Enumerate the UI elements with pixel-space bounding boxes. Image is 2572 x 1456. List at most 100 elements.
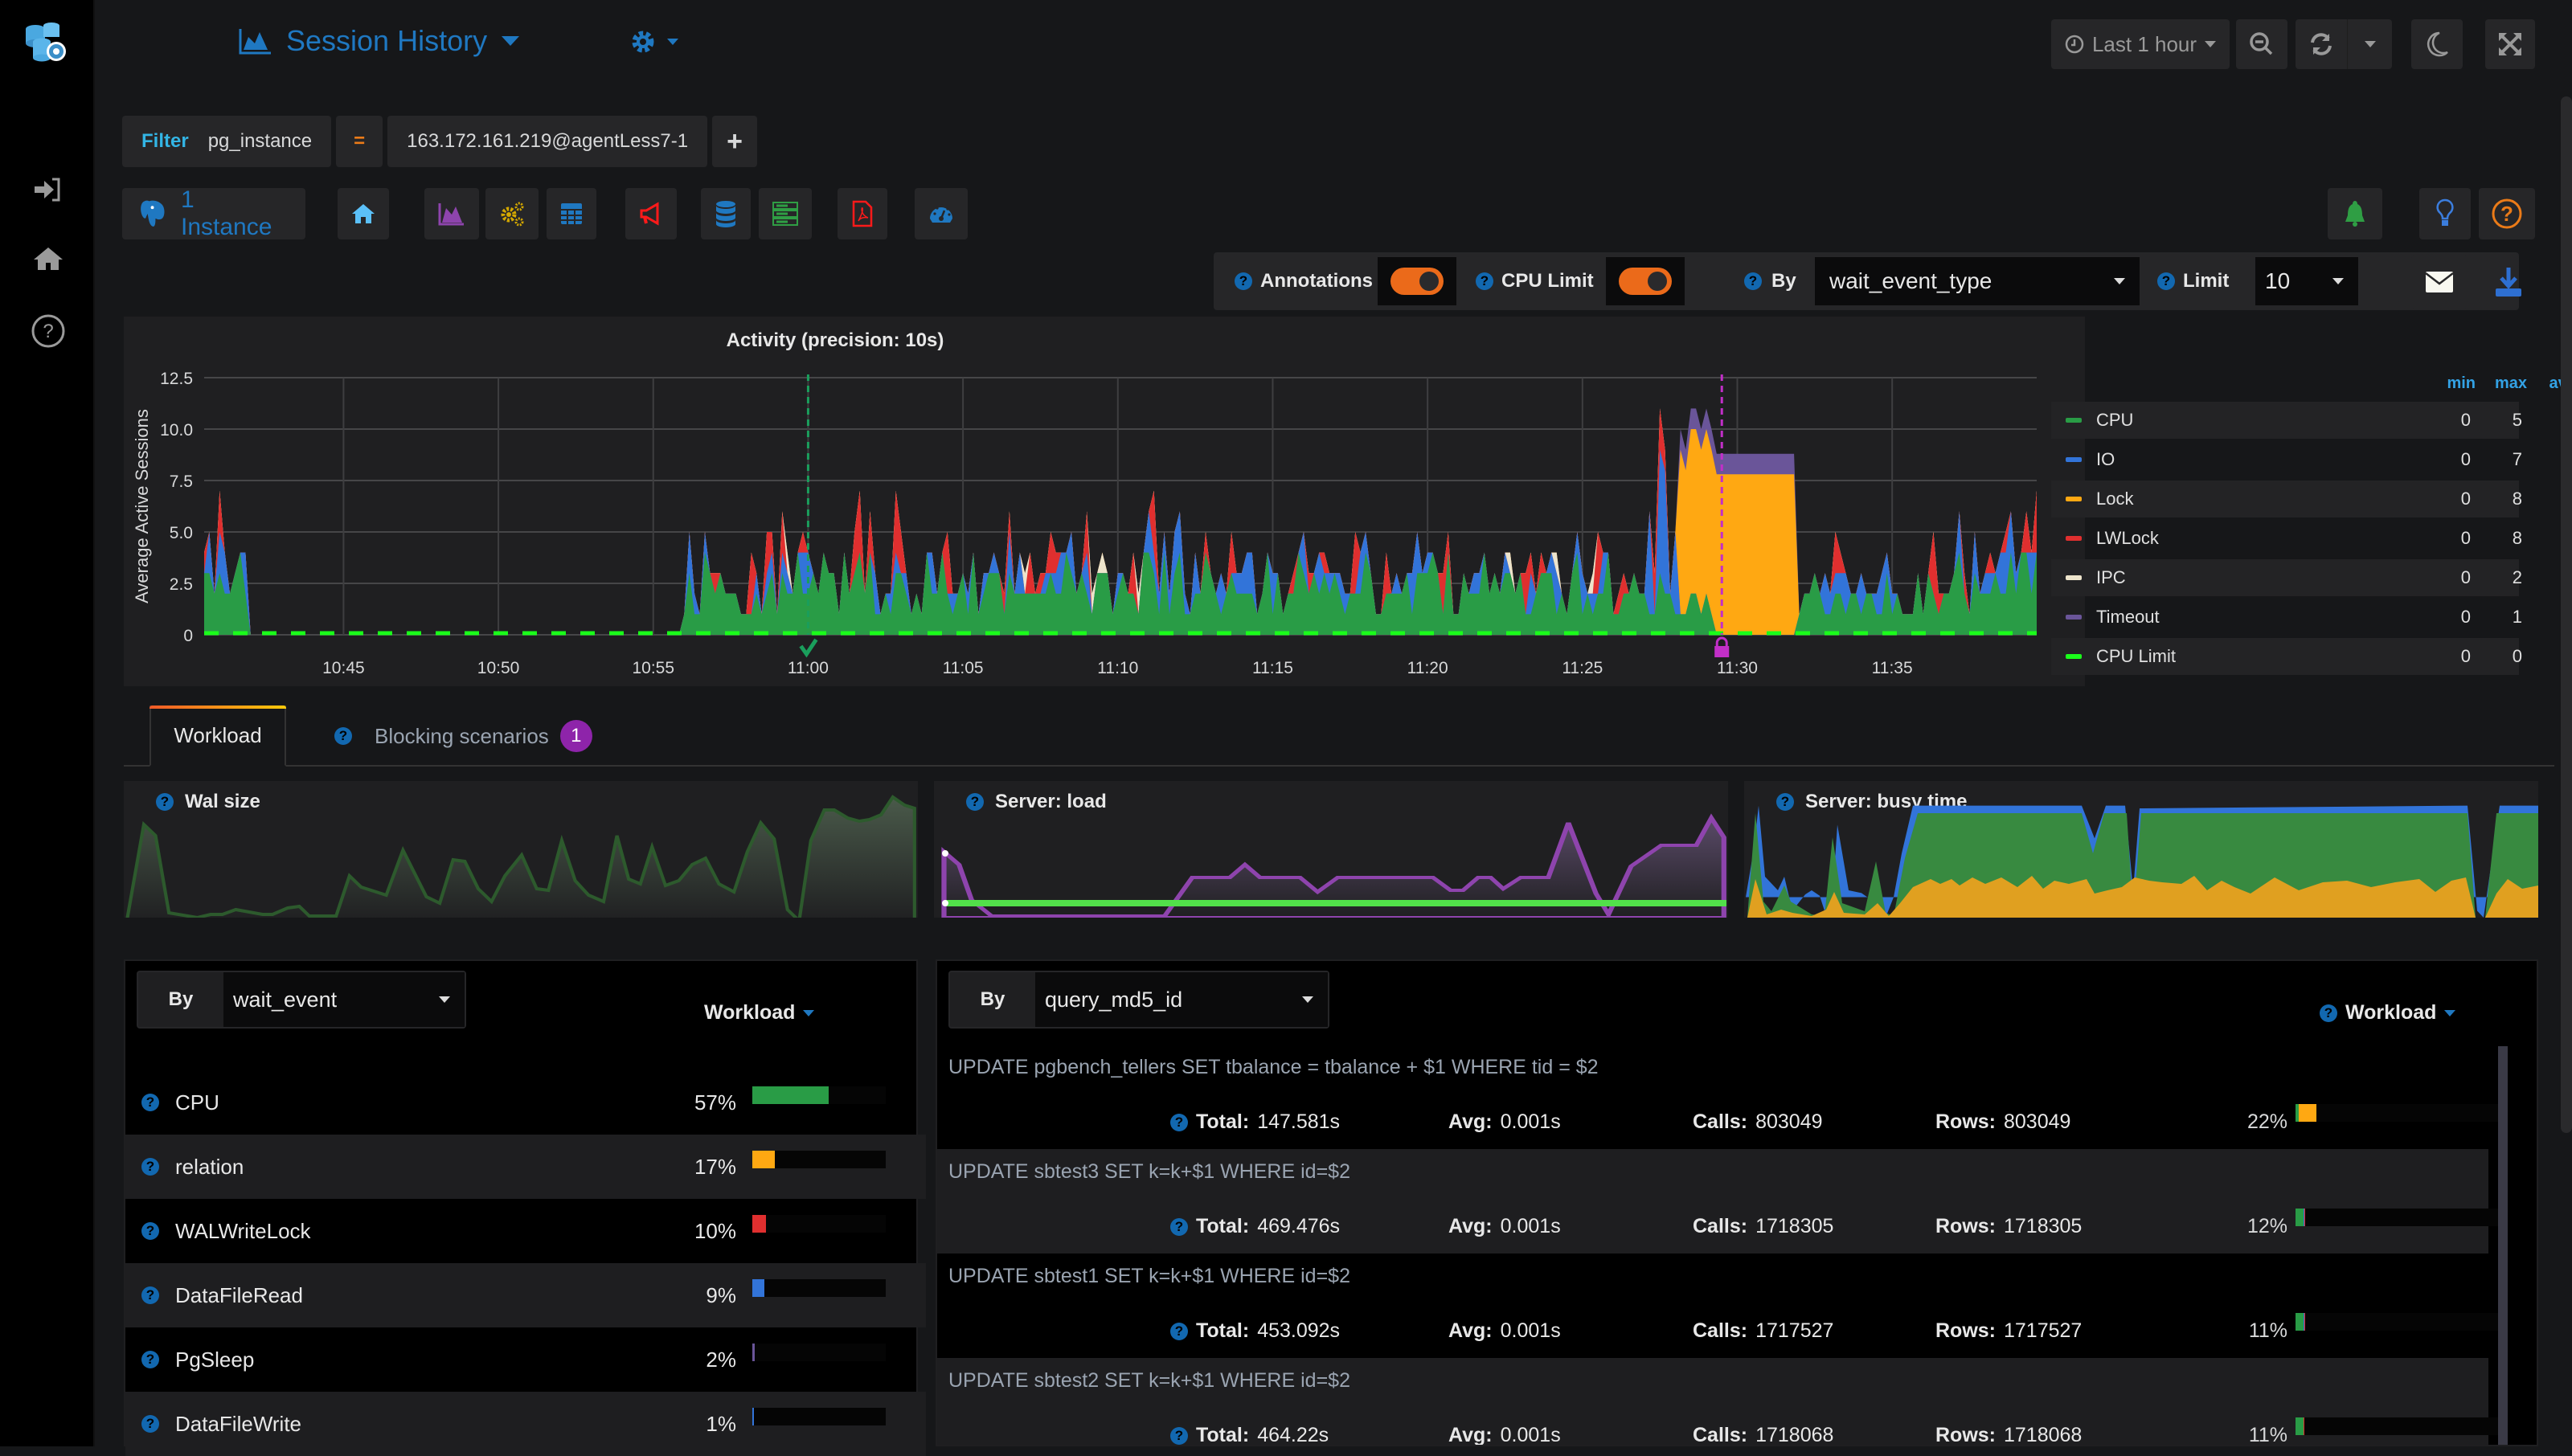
- query-row[interactable]: UPDATE sbtest1 SET k=k+$1 WHERE id=$2?To…: [937, 1254, 2488, 1358]
- wait-event-row[interactable]: ?PgSleep2%: [125, 1327, 926, 1392]
- sign-in-button[interactable]: [31, 172, 66, 207]
- wait-event-row[interactable]: ?WALWriteLock10%: [125, 1199, 926, 1263]
- help-icon[interactable]: ?: [2157, 272, 2175, 290]
- check-icon[interactable]: [801, 640, 816, 654]
- cpu-limit-toggle[interactable]: [1606, 257, 1685, 305]
- fullscreen-button[interactable]: [2485, 19, 2535, 69]
- wal-size-sparkline[interactable]: [124, 781, 918, 918]
- announcements-button[interactable]: [625, 188, 677, 239]
- help-icon[interactable]: ?: [141, 1351, 159, 1368]
- activity-chart[interactable]: 02.55.07.510.012.510:4510:5010:5511:0011…: [124, 317, 2085, 686]
- dashboard-title-dropdown[interactable]: Session History: [238, 24, 519, 58]
- query-group-by-select[interactable]: query_md5_id: [1035, 972, 1328, 1027]
- wait-event-group-by-select[interactable]: wait_event: [223, 972, 465, 1027]
- help-icon[interactable]: ?: [141, 1222, 159, 1240]
- zoom-out-button[interactable]: [2236, 19, 2287, 69]
- help-icon[interactable]: ?: [141, 1286, 159, 1304]
- filter-key[interactable]: pg_instance: [199, 116, 331, 167]
- help-icon[interactable]: ?: [1170, 1427, 1188, 1445]
- settings-dropdown[interactable]: [630, 29, 678, 55]
- help-icon[interactable]: ?: [2320, 1004, 2337, 1022]
- legend-header-max[interactable]: max: [2482, 374, 2527, 393]
- alerts-button[interactable]: [2328, 188, 2382, 239]
- query-text[interactable]: UPDATE sbtest2 SET k=k+$1 WHERE id=$2: [948, 1369, 1350, 1393]
- theme-toggle-button[interactable]: [2411, 19, 2463, 69]
- query-total: ?Total:147.581s: [1170, 1110, 1340, 1134]
- legend-swatch: [2066, 575, 2082, 580]
- query-text[interactable]: UPDATE sbtest1 SET k=k+$1 WHERE id=$2: [948, 1265, 1350, 1288]
- download-button[interactable]: [2482, 256, 2535, 309]
- server-busy-time-sparkline[interactable]: [1744, 781, 2538, 918]
- legend-min-value: 0: [2439, 567, 2471, 588]
- query-avg-label: Avg:: [1448, 1424, 1493, 1446]
- legend-header-min[interactable]: min: [2431, 374, 2476, 393]
- filter-operator[interactable]: =: [336, 116, 383, 167]
- refresh-interval-dropdown[interactable]: [2347, 19, 2392, 69]
- filter-value[interactable]: 163.172.161.219@agentLess7-1: [387, 116, 707, 167]
- wait-event-row[interactable]: ?DataFileWrite1%: [125, 1392, 926, 1456]
- app-logo[interactable]: [21, 18, 69, 66]
- group-by-value: wait_event_type: [1829, 268, 1992, 294]
- refresh-button[interactable]: [2296, 19, 2347, 69]
- home-nav-button[interactable]: [31, 241, 66, 276]
- email-report-button[interactable]: [2411, 256, 2468, 309]
- help-icon[interactable]: ?: [1170, 1114, 1188, 1131]
- query-row[interactable]: UPDATE pgbench_tellers SET tbalance = tb…: [937, 1045, 2488, 1149]
- tips-button[interactable]: [2419, 188, 2471, 239]
- lock-icon[interactable]: [1717, 638, 1726, 646]
- add-filter-button[interactable]: +: [712, 116, 757, 167]
- legend-item[interactable]: IPC020: [2051, 559, 2519, 596]
- tab-label: Blocking scenarios: [375, 724, 549, 749]
- help-icon[interactable]: ?: [1170, 1218, 1188, 1236]
- home-button[interactable]: [338, 188, 389, 239]
- legend-item[interactable]: Lock080: [2051, 481, 2519, 517]
- help-nav-button[interactable]: ?: [31, 313, 66, 349]
- group-by-select[interactable]: wait_event_type: [1815, 257, 2140, 305]
- limit-select[interactable]: 10: [2255, 257, 2358, 305]
- workload-sort-header[interactable]: ? Workload: [2320, 1001, 2455, 1025]
- settings-gears-button[interactable]: [485, 188, 539, 239]
- legend-item[interactable]: CPU051: [2051, 402, 2519, 439]
- workload-sort-header[interactable]: Workload: [704, 1001, 814, 1025]
- tab-workload[interactable]: Workload: [149, 706, 286, 767]
- query-rows: Rows:1718305: [1935, 1215, 2082, 1238]
- workload-bar-segment: [2296, 1313, 2304, 1331]
- help-icon[interactable]: ?: [1744, 272, 1762, 290]
- page-scrollbar[interactable]: [2561, 96, 2572, 1133]
- time-range-picker[interactable]: Last 1 hour: [2051, 19, 2230, 69]
- sort-desc-icon: [803, 1010, 814, 1016]
- help-icon[interactable]: ?: [141, 1158, 159, 1176]
- instance-selector-button[interactable]: 1 Instance: [122, 188, 305, 239]
- help-icon[interactable]: ?: [334, 727, 352, 745]
- sort-desc-icon: [2444, 1010, 2455, 1016]
- dashboard-button[interactable]: [915, 188, 968, 239]
- legend-item[interactable]: IO070: [2051, 441, 2519, 478]
- annotations-toggle[interactable]: [1378, 257, 1456, 305]
- query-workload-percent: 11%: [2239, 1319, 2287, 1343]
- server-load-sparkline[interactable]: [934, 781, 1728, 918]
- tab-blocking-scenarios[interactable]: ? Blocking scenarios 1: [334, 706, 592, 767]
- legend-item[interactable]: CPU Limit000: [2051, 638, 2519, 675]
- table-button[interactable]: [547, 188, 596, 239]
- query-text[interactable]: UPDATE sbtest3 SET k=k+$1 WHERE id=$2: [948, 1160, 1350, 1184]
- workload-bar-segment: [2304, 1209, 2305, 1226]
- help-icon[interactable]: ?: [1235, 272, 1252, 290]
- help-button[interactable]: ?: [2479, 188, 2535, 239]
- help-icon[interactable]: ?: [1170, 1323, 1188, 1340]
- query-row[interactable]: UPDATE sbtest2 SET k=k+$1 WHERE id=$2?To…: [937, 1358, 2488, 1446]
- query-text[interactable]: UPDATE pgbench_tellers SET tbalance = tb…: [948, 1056, 1599, 1079]
- pdf-export-button[interactable]: [838, 188, 887, 239]
- query-row[interactable]: UPDATE sbtest3 SET k=k+$1 WHERE id=$2?To…: [937, 1149, 2488, 1254]
- session-history-button[interactable]: [424, 188, 479, 239]
- wait-event-row[interactable]: ?DataFileRead9%: [125, 1263, 926, 1327]
- help-icon[interactable]: ?: [1476, 272, 1493, 290]
- help-icon[interactable]: ?: [141, 1094, 159, 1111]
- wait-event-row[interactable]: ?relation17%: [125, 1135, 926, 1199]
- database-button[interactable]: [701, 188, 751, 239]
- server-list-button[interactable]: [759, 188, 812, 239]
- legend-item[interactable]: Timeout010: [2051, 599, 2519, 636]
- wait-event-row[interactable]: ?CPU57%: [125, 1070, 926, 1135]
- queries-scrollbar[interactable]: [2498, 1046, 2508, 1446]
- legend-item[interactable]: LWLock080: [2051, 520, 2519, 557]
- help-icon[interactable]: ?: [141, 1415, 159, 1433]
